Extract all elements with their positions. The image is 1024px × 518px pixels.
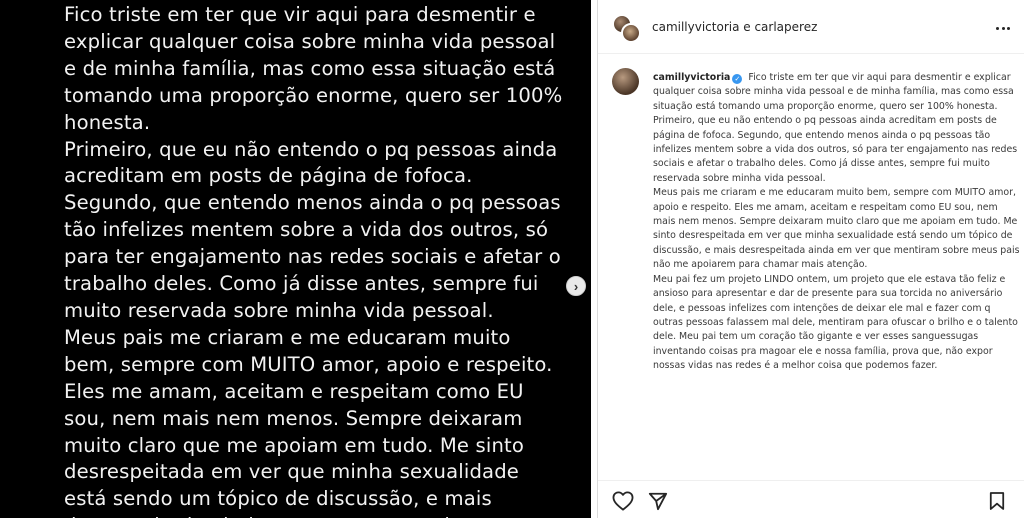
more-options-icon[interactable] <box>993 18 1013 38</box>
verified-badge-icon: ✓ <box>732 74 743 84</box>
story-paragraph-3: Meus pais me criaram e me educaram muito… <box>64 325 553 518</box>
post-authors[interactable]: camillyvictoria e carlaperez <box>652 20 817 34</box>
collab-avatars[interactable] <box>612 14 642 44</box>
post-side-panel: camillyvictoria e carlaperez camillyvict… <box>597 0 1024 518</box>
next-slide-button[interactable]: › <box>566 276 586 296</box>
caption-body: camillyvictoria ✓ Fico triste em ter que … <box>653 71 1021 374</box>
avatar[interactable] <box>612 68 639 95</box>
post-header: camillyvictoria e carlaperez <box>598 0 1024 54</box>
story-paragraph-1: Fico triste em ter que vir aqui para des… <box>64 3 563 134</box>
avatar <box>621 23 641 43</box>
bookmark-icon[interactable] <box>989 491 1005 511</box>
caption-username[interactable]: camillyvictoria <box>653 72 730 83</box>
story-paragraph-2: Primeiro, que eu não entendo o pq pessoa… <box>64 137 561 322</box>
post-image: Fico triste em ter que vir aqui para des… <box>0 0 591 518</box>
post-image-text: Fico triste em ter que vir aqui para des… <box>64 2 564 518</box>
caption-paragraph: Meus pais me criaram e me educaram muito… <box>653 187 1020 271</box>
caption-paragraph: Meu pai fez um projeto LINDO ontem, um p… <box>653 273 1018 372</box>
caption-paragraph: Primeiro, que eu não entendo o pq pessoa… <box>653 115 1018 184</box>
chevron-right-icon: › <box>573 278 579 294</box>
caption-first-paragraph: camillyvictoria ✓ Fico triste em ter que … <box>653 71 1021 114</box>
post-actions-bar <box>598 480 1024 518</box>
send-icon[interactable] <box>648 491 668 511</box>
heart-icon[interactable] <box>612 491 634 511</box>
